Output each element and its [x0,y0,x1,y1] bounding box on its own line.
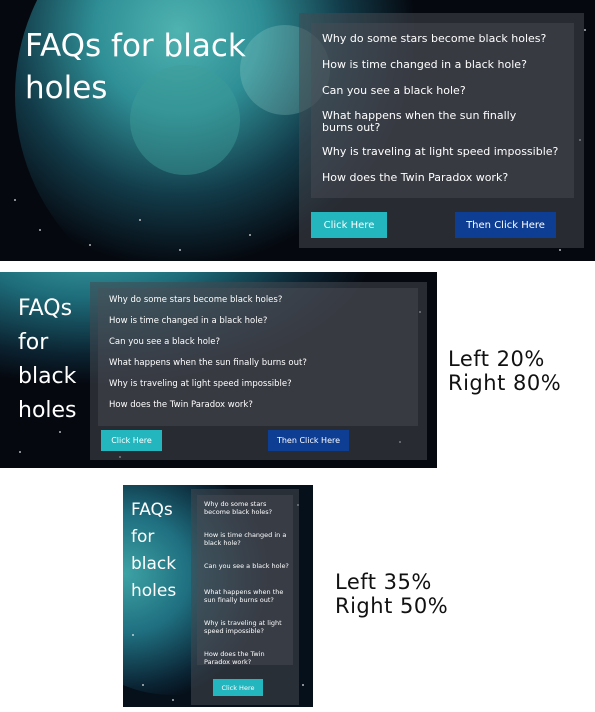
split-caption: Left 35% Right 50% [335,570,448,618]
then-click-here-button[interactable]: Then Click Here [455,212,556,238]
click-here-button[interactable]: Click Here [311,212,387,238]
faq-question[interactable]: Can you see a black hole? [322,84,574,97]
faq-question[interactable]: How is time changed in a black hole? [109,316,418,326]
faq-question[interactable]: What happens when the sun finally burns … [204,588,289,604]
faq-question[interactable]: Can you see a black hole? [109,337,418,347]
faq-question[interactable]: Why is traveling at light speed impossib… [204,619,289,635]
page-title: FAQs for black holes [131,500,177,601]
faq-list: Why do some stars become black holes? Ho… [197,495,293,665]
split-caption: Left 20% Right 80% [448,347,561,395]
faq-question[interactable]: How is time changed in a black hole? [322,58,574,71]
click-here-button[interactable]: Click Here [213,679,263,696]
caption-left: Left 35% [335,570,432,594]
banner-medium: FAQs for black holes Why do some stars b… [0,272,437,468]
faq-question[interactable]: How does the Twin Paradox work? [204,650,289,666]
caption-right: Right 50% [335,594,449,618]
caption-left: Left 20% [448,347,545,371]
faq-panel: Why do some stars become black holes? Ho… [299,13,584,248]
faq-panel: Why do some stars become black holes? Ho… [90,282,427,460]
then-click-here-button[interactable]: Then Click Here [268,430,349,451]
faq-question[interactable]: Why is traveling at light speed impossib… [109,379,418,389]
faq-question[interactable]: What happens when the sun finally burns … [109,358,418,368]
faq-question[interactable]: What happens when the sun finally burns … [322,110,542,134]
page-title: FAQs for black holes [18,296,77,423]
faq-question[interactable]: Can you see a black hole? [204,562,289,571]
banner-wide: FAQs for black holes Why do some stars b… [0,0,595,261]
faq-question[interactable]: How is time changed in a black hole? [204,531,289,547]
click-here-button[interactable]: Click Here [101,430,162,451]
banner-narrow: FAQs for black holes Why do some stars b… [123,485,313,707]
faq-list: Why do some stars become black holes? Ho… [311,23,574,198]
faq-question[interactable]: Why do some stars become black holes? [204,500,289,516]
faq-question[interactable]: Why do some stars become black holes? [109,295,418,305]
faq-question[interactable]: Why do some stars become black holes? [322,32,574,45]
faq-list: Why do some stars become black holes? Ho… [98,288,418,426]
faq-question[interactable]: How does the Twin Paradox work? [322,171,574,184]
faq-panel: Why do some stars become black holes? Ho… [191,489,299,705]
faq-question[interactable]: Why is traveling at light speed impossib… [322,145,574,158]
page-title: FAQs for black holes [25,28,246,106]
faq-question[interactable]: How does the Twin Paradox work? [109,400,418,410]
caption-right: Right 80% [448,371,562,395]
